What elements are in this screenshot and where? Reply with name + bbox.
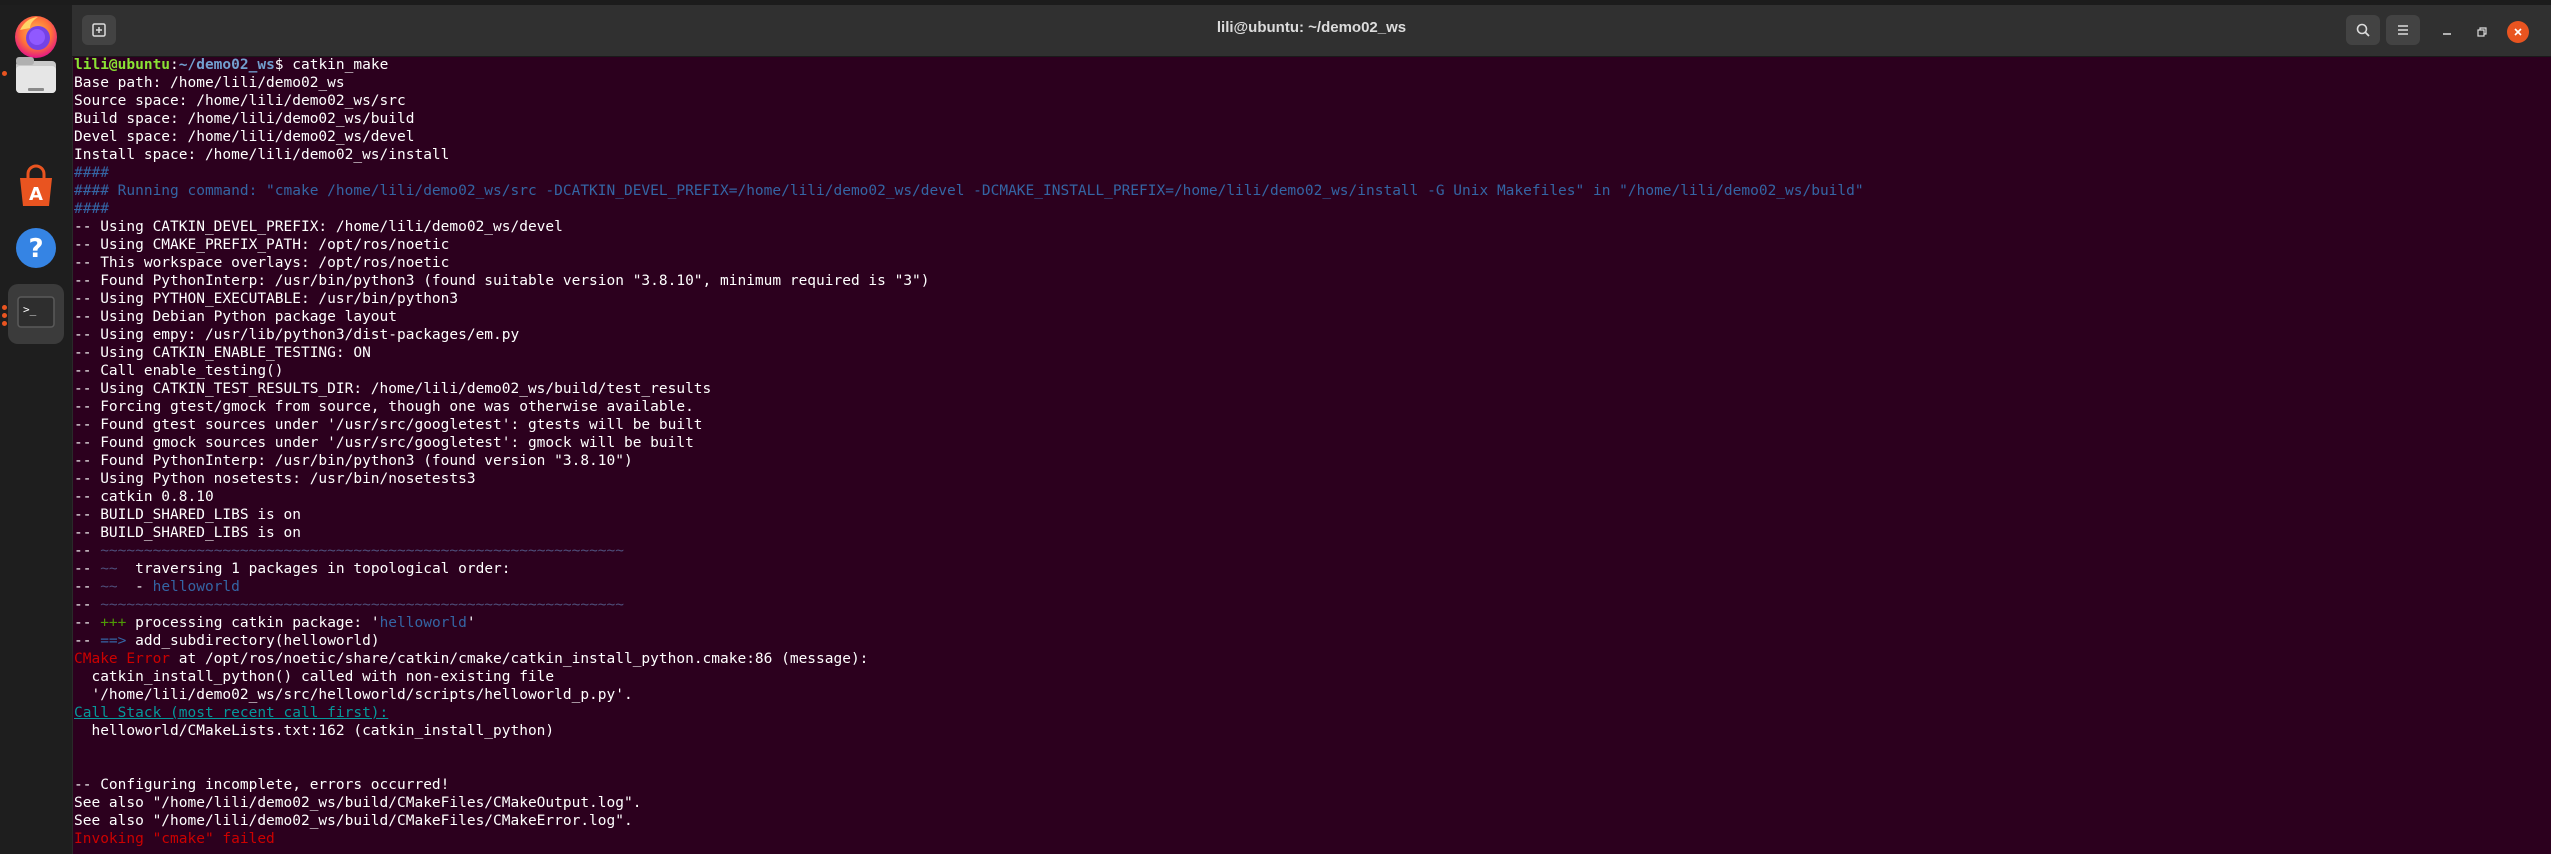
error-label: CMake Error bbox=[74, 651, 171, 667]
output-line: Source space: /home/lili/demo02_ws/src bbox=[74, 93, 406, 109]
package-list-line: -- ~~ - helloworld bbox=[74, 579, 240, 595]
svg-text:>_: >_ bbox=[23, 303, 37, 316]
rule-line: -- ~~~~~~~~~~~~~~~~~~~~~~~~~~~~~~~~~~~~~… bbox=[74, 543, 624, 559]
output-line: -- Using CMAKE_PREFIX_PATH: /opt/ros/noe… bbox=[74, 237, 450, 253]
separator: ~~~~~~~~~~~~~~~~~~~~~~~~~~~~~~~~~~~~~~~~… bbox=[100, 597, 624, 613]
output-line: -- Call enable_testing() bbox=[74, 363, 284, 379]
help-icon: ? bbox=[16, 228, 56, 268]
command-text: catkin_make bbox=[292, 57, 389, 73]
output-line: -- Using CATKIN_DEVEL_PREFIX: /home/lili… bbox=[74, 219, 563, 235]
call-stack-line: helloworld/CMakeLists.txt:162 (catkin_in… bbox=[74, 723, 555, 739]
maximize-button[interactable] bbox=[2471, 21, 2493, 43]
hamburger-icon bbox=[2398, 25, 2408, 35]
dock-item-software[interactable]: A bbox=[8, 158, 64, 214]
output-line: -- Using PYTHON_EXECUTABLE: /usr/bin/pyt… bbox=[74, 291, 459, 307]
output-line: -- Found gmock sources under '/usr/src/g… bbox=[74, 435, 694, 451]
svg-text:?: ? bbox=[28, 234, 43, 264]
output-line: -- Found PythonInterp: /usr/bin/python3 … bbox=[74, 273, 930, 289]
output-line: See also "/home/lili/demo02_ws/build/CMa… bbox=[74, 813, 633, 829]
output-line: Install space: /home/lili/demo02_ws/inst… bbox=[74, 147, 450, 163]
output-line: -- Found gtest sources under '/usr/src/g… bbox=[74, 417, 703, 433]
software-store-icon: A bbox=[20, 164, 52, 206]
running-indicator bbox=[2, 321, 7, 326]
output-line: -- BUILD_SHARED_LIBS is on bbox=[74, 507, 301, 523]
output-line: -- catkin 0.8.10 bbox=[74, 489, 214, 505]
svg-text:A: A bbox=[29, 184, 43, 205]
hash-line: #### bbox=[74, 165, 109, 181]
running-indicator bbox=[2, 71, 7, 76]
output-line: -- Using empy: /usr/lib/python3/dist-pac… bbox=[74, 327, 520, 343]
prompt-path: ~/demo02_ws bbox=[178, 57, 275, 73]
restore-icon bbox=[2477, 27, 2487, 37]
output-line: -- Using Debian Python package layout bbox=[74, 309, 398, 325]
output-line: -- This workspace overlays: /opt/ros/noe… bbox=[74, 255, 450, 271]
output-line: -- Configuring incomplete, errors occurr… bbox=[74, 777, 450, 793]
output-line: -- Found PythonInterp: /usr/bin/python3 … bbox=[74, 453, 633, 469]
call-stack-label: Call Stack (most recent call first): bbox=[74, 705, 389, 721]
files-icon bbox=[16, 57, 56, 93]
running-indicator bbox=[2, 305, 7, 310]
output-line: Build space: /home/lili/demo02_ws/build bbox=[74, 111, 415, 127]
output-line: -- Using Python nosetests: /usr/bin/nose… bbox=[74, 471, 476, 487]
separator: ~~~~~~~~~~~~~~~~~~~~~~~~~~~~~~~~~~~~~~~~… bbox=[100, 543, 624, 559]
processing-line: -- +++ processing catkin package: 'hello… bbox=[74, 615, 476, 631]
window-title: lili@ubuntu: ~/demo02_ws bbox=[1216, 19, 1407, 36]
failed-line: Invoking "cmake" failed bbox=[74, 831, 275, 847]
dock: A ? >_ bbox=[0, 5, 73, 854]
package-name: helloworld bbox=[379, 615, 467, 631]
close-icon bbox=[2514, 28, 2522, 36]
terminal-output[interactable]: lili@ubuntu:~/demo02_ws$ catkin_make Bas… bbox=[74, 56, 2544, 854]
minimize-icon bbox=[2443, 33, 2451, 35]
close-button[interactable] bbox=[2507, 21, 2529, 43]
output-line: -- Using CATKIN_ENABLE_TESTING: ON bbox=[74, 345, 371, 361]
search-button[interactable] bbox=[2346, 15, 2380, 45]
add-subdirectory-line: -- ==> add_subdirectory(helloworld) bbox=[74, 633, 380, 649]
traverse-line: -- ~~ traversing 1 packages in topologic… bbox=[74, 561, 511, 577]
error-detail: catkin_install_python() called with non-… bbox=[74, 669, 555, 685]
output-line: Devel space: /home/lili/demo02_ws/devel bbox=[74, 129, 415, 145]
prompt-user: lili@ubuntu bbox=[74, 57, 171, 73]
output-line: -- Forcing gtest/gmock from source, thou… bbox=[74, 399, 694, 415]
cmake-error-line: CMake Error at /opt/ros/noetic/share/cat… bbox=[74, 651, 869, 667]
hash-line: #### bbox=[74, 201, 109, 217]
error-detail: '/home/lili/demo02_ws/src/helloworld/scr… bbox=[74, 687, 633, 703]
running-command-line: #### Running command: "cmake /home/lili/… bbox=[74, 183, 1864, 199]
output-line: -- Using CATKIN_TEST_RESULTS_DIR: /home/… bbox=[74, 381, 712, 397]
package-name: helloworld bbox=[152, 579, 240, 595]
output-line: -- BUILD_SHARED_LIBS is on bbox=[74, 525, 301, 541]
dock-item-files[interactable] bbox=[8, 47, 64, 103]
prompt-line: lili@ubuntu:~/demo02_ws$ catkin_make bbox=[74, 57, 389, 73]
dock-item-terminal[interactable]: >_ bbox=[8, 284, 64, 344]
minimize-button[interactable] bbox=[2436, 21, 2458, 43]
output-line: See also "/home/lili/demo02_ws/build/CMa… bbox=[74, 795, 642, 811]
window-titlebar: lili@ubuntu: ~/demo02_ws bbox=[72, 5, 2551, 57]
rule-line: -- ~~~~~~~~~~~~~~~~~~~~~~~~~~~~~~~~~~~~~… bbox=[74, 597, 624, 613]
output-line: Base path: /home/lili/demo02_ws bbox=[74, 75, 345, 91]
terminal-icon: >_ bbox=[17, 296, 55, 328]
running-indicator bbox=[2, 313, 7, 318]
dock-item-help[interactable]: ? bbox=[8, 220, 64, 276]
menu-button[interactable] bbox=[2386, 15, 2420, 45]
search-icon bbox=[2356, 23, 2370, 37]
